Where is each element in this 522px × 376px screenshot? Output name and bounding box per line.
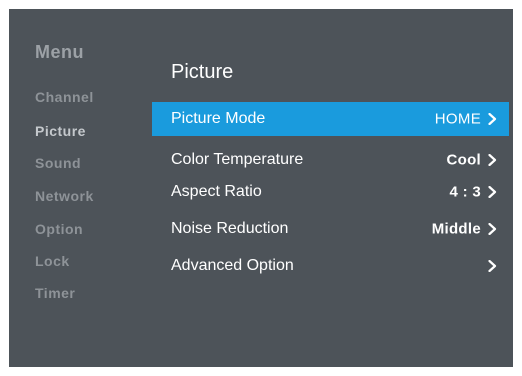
row-value: 4 : 3 [449, 183, 481, 201]
row-label: Advanced Option [171, 257, 294, 274]
chevron-right-icon [488, 154, 497, 166]
row-label: Picture Mode [171, 110, 266, 127]
chevron-right-icon [488, 223, 497, 235]
sidebar-item-channel[interactable]: Channel [35, 89, 94, 105]
menu-row-picture-mode[interactable]: Picture Mode HOME [152, 102, 509, 136]
row-value: Cool [446, 151, 481, 169]
sidebar-item-network[interactable]: Network [35, 188, 94, 204]
chevron-right-icon [488, 113, 497, 125]
row-value: HOME [434, 110, 481, 128]
sidebar-title: Menu [35, 42, 84, 62]
chevron-right-icon [488, 260, 497, 272]
row-value: Middle [431, 220, 481, 238]
sidebar-item-picture[interactable]: Picture [35, 123, 86, 139]
panel-title: Picture [171, 61, 234, 83]
sidebar-item-timer[interactable]: Timer [35, 285, 75, 301]
menu-row-color-temperature[interactable]: Color Temperature Cool [152, 143, 509, 177]
sidebar-item-sound[interactable]: Sound [35, 155, 81, 171]
sidebar-item-option[interactable]: Option [35, 221, 83, 237]
row-label: Noise Reduction [171, 220, 289, 237]
menu-row-aspect-ratio[interactable]: Aspect Ratio 4 : 3 [152, 175, 509, 209]
menu-row-advanced-option[interactable]: Advanced Option [152, 249, 509, 283]
menu-row-noise-reduction[interactable]: Noise Reduction Middle [152, 212, 509, 246]
sidebar-item-lock[interactable]: Lock [35, 253, 70, 269]
tv-menu-screen: Menu Channel Picture Sound Network Optio… [9, 9, 513, 367]
row-label: Color Temperature [171, 151, 304, 168]
row-label: Aspect Ratio [171, 183, 262, 200]
chevron-right-icon [488, 186, 497, 198]
